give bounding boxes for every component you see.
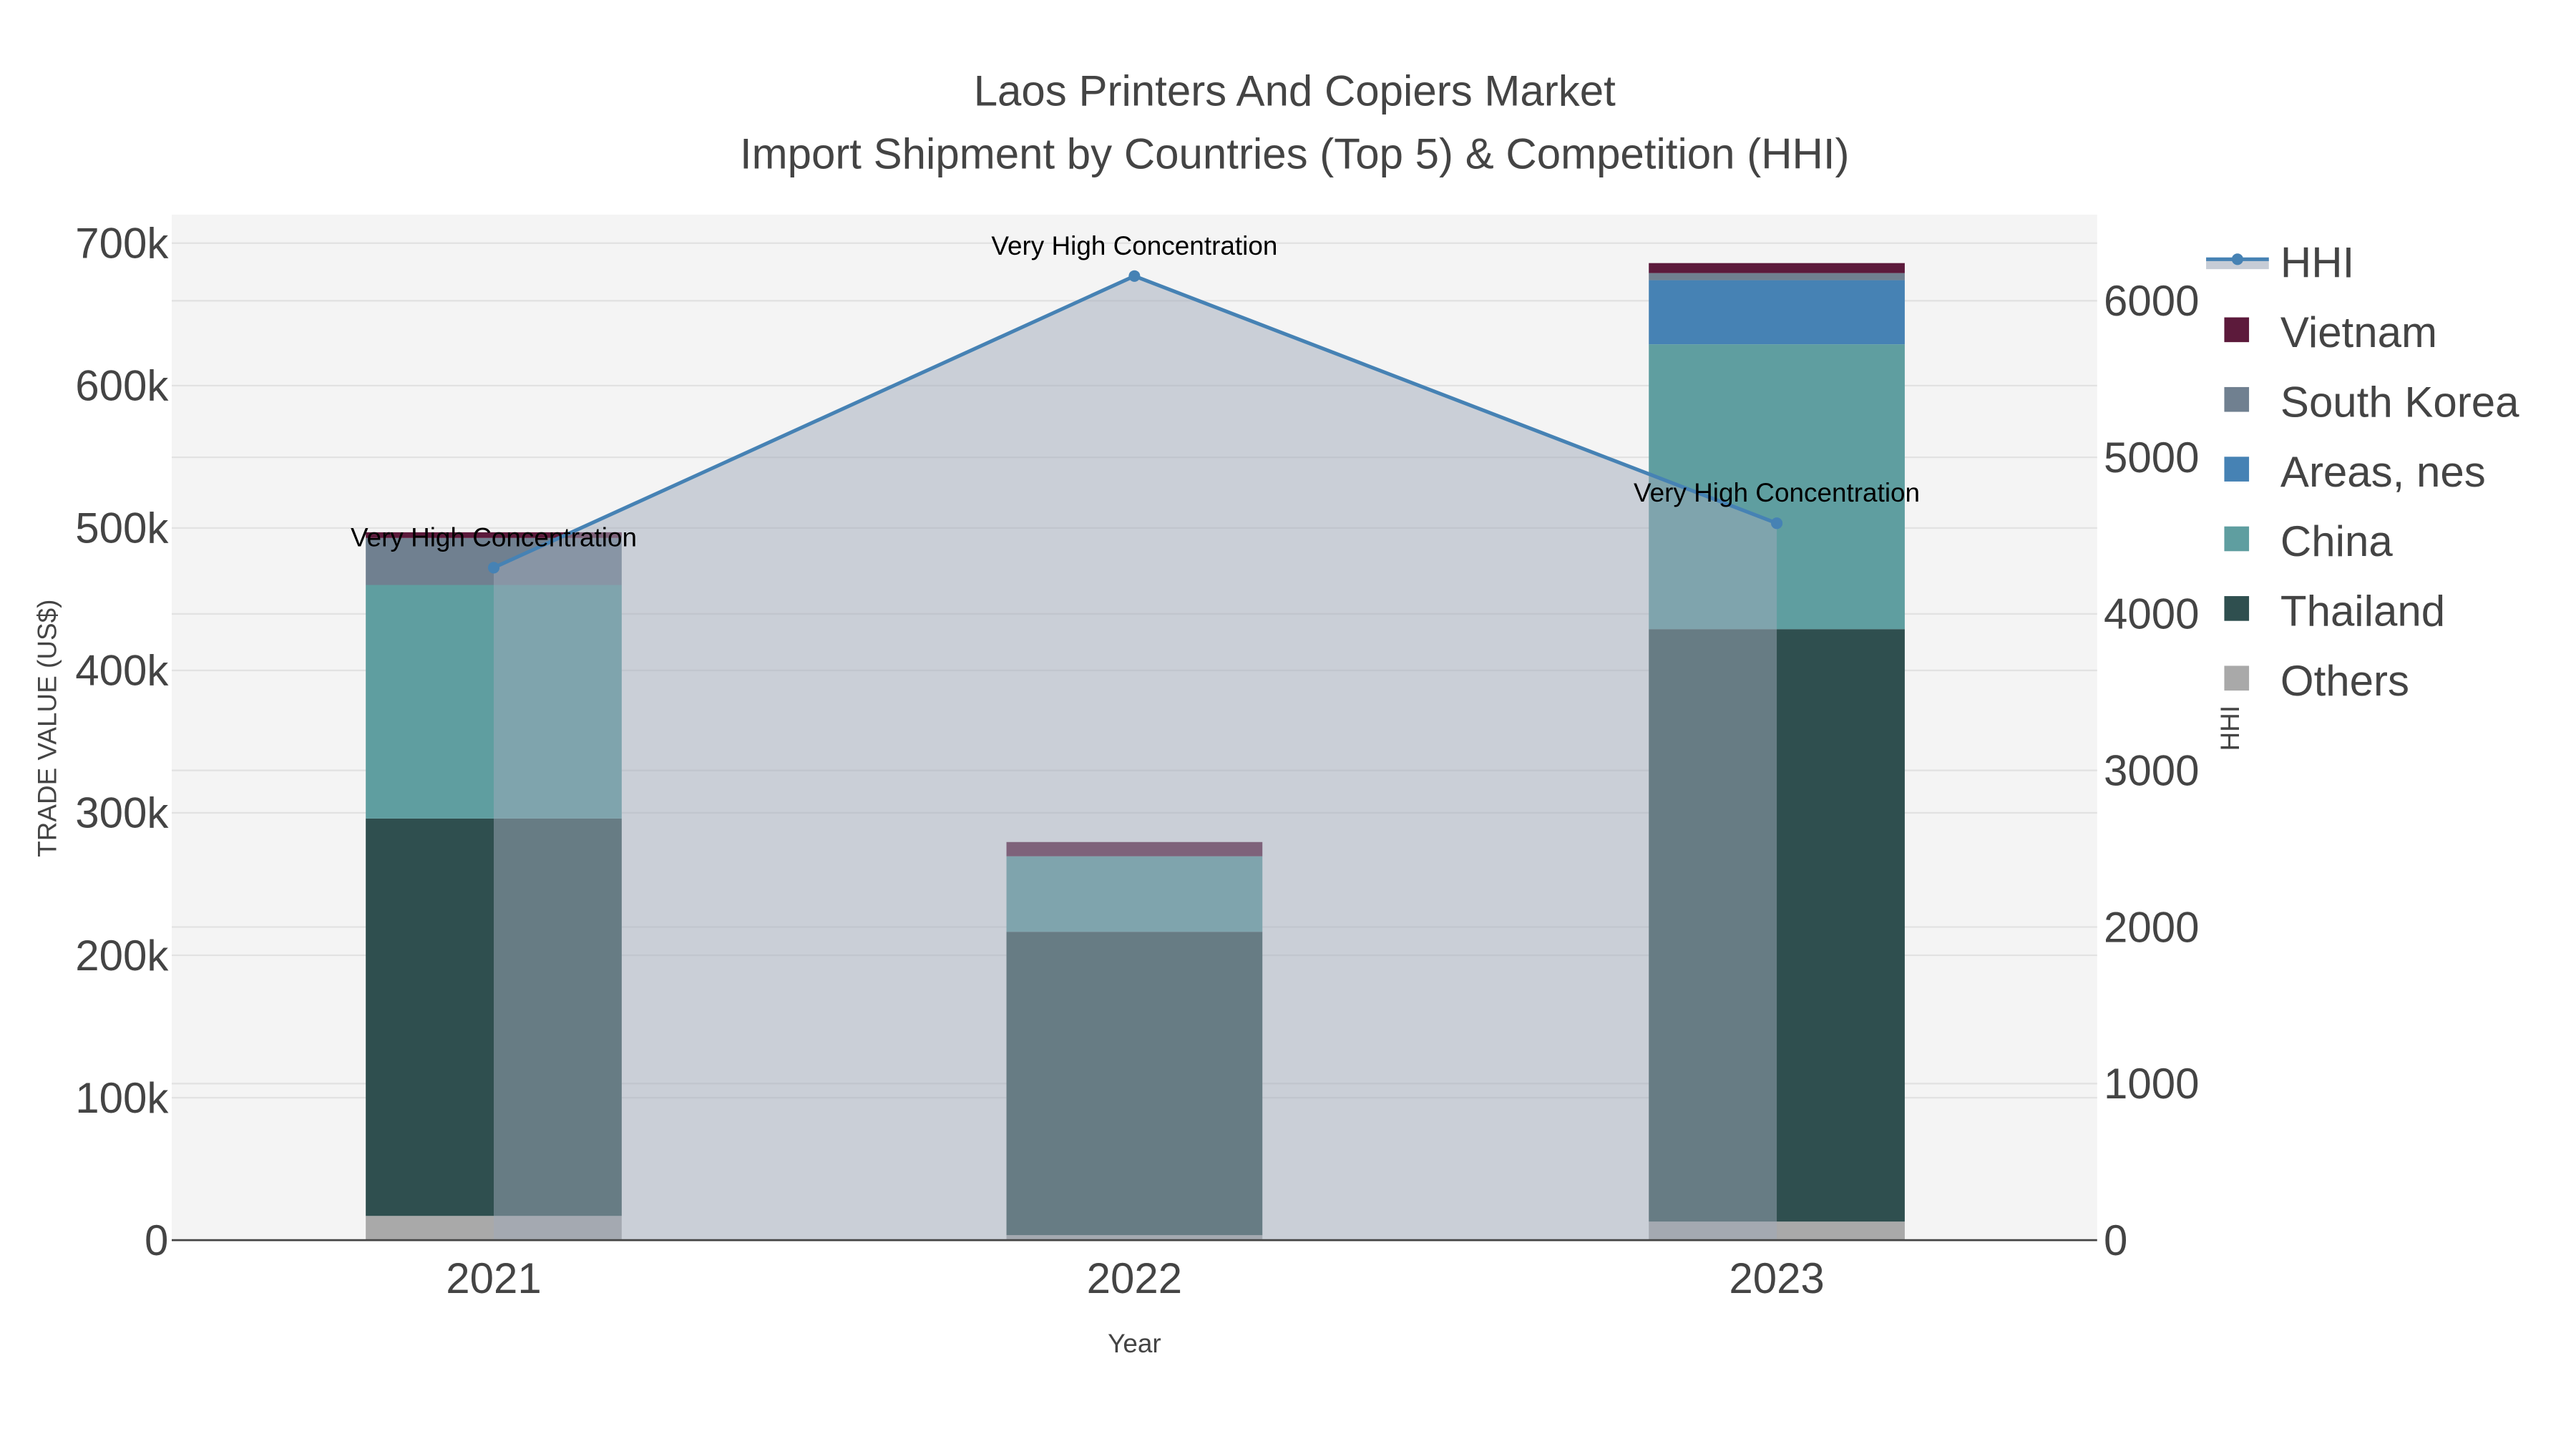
y-tick-label: 600k [75,362,169,410]
y-tick-label: 500k [75,504,169,552]
y2-tick-label: 5000 [2104,434,2199,482]
legend-swatch-thailand [2224,596,2250,621]
legend-label: Areas, nes [2280,448,2486,496]
x-tick-label: 2022 [1087,1254,1182,1302]
legend-label: Others [2280,657,2409,705]
y-tick-label: 0 [145,1216,168,1264]
hhi-point-2022 [1128,270,1141,282]
x-tick-label: 2023 [1729,1254,1824,1302]
x-axis-ticks: 2021 2022 2023 [446,1254,1825,1302]
chart-subtitle: Import Shipment by Countries (Top 5) & C… [740,130,1850,177]
legend-label: Thailand [2280,587,2445,635]
legend-swatch-others [2224,665,2250,691]
legend-swatch-areas-nes [2224,457,2250,482]
hhi-annotation: Very High Concentration [1634,478,1920,507]
legend-label: South Korea [2280,378,2519,426]
y2-tick-label: 0 [2104,1216,2127,1264]
y2-tick-label: 4000 [2104,590,2199,638]
chart-title: Laos Printers And Copiers Market [974,67,1616,115]
y2-tick-label: 2000 [2104,903,2199,951]
legend-label: China [2280,517,2393,565]
y-axis-label: TRADE VALUE (US$) [32,600,62,857]
legend-swatch-vietnam [2224,317,2250,343]
x-axis-label: Year [1108,1329,1161,1358]
legend-label: Vietnam [2280,308,2437,356]
hhi-annotation: Very High Concentration [351,522,637,552]
chart: Very High Concentration Very High Concent… [32,67,2519,1358]
y2-tick-label: 1000 [2104,1060,2199,1108]
y-tick-label: 100k [75,1074,169,1122]
bar-vietnam-2023 [1649,263,1905,273]
y-tick-label: 200k [75,932,169,980]
y-axis-ticks: 0 100k 200k 300k 400k 500k 600k 700k [75,220,169,1264]
y-tick-label: 700k [75,220,169,268]
y-tick-label: 300k [75,789,169,837]
legend-swatch-south-korea [2224,386,2250,412]
y2-axis-ticks: 0 1000 2000 3000 4000 5000 6000 [2104,277,2199,1264]
legend-marker-hhi [2231,253,2243,265]
x-tick-label: 2021 [446,1254,541,1302]
y-tick-label: 400k [75,647,169,695]
legend-swatch-china [2224,526,2250,552]
hhi-annotation: Very High Concentration [991,231,1277,260]
y2-tick-label: 6000 [2104,277,2199,325]
y2-tick-label: 3000 [2104,746,2199,794]
y2-axis-label: HHI [2215,706,2245,751]
legend-label: HHI [2280,239,2354,287]
bar-south-korea-2023 [1649,273,1905,280]
hhi-point-2021 [487,562,500,574]
hhi-point-2023 [1771,517,1783,530]
legend: HHI Vietnam South Korea Areas, nes China Thai… [2206,239,2519,705]
bar-areas-nes-2023 [1649,280,1905,345]
